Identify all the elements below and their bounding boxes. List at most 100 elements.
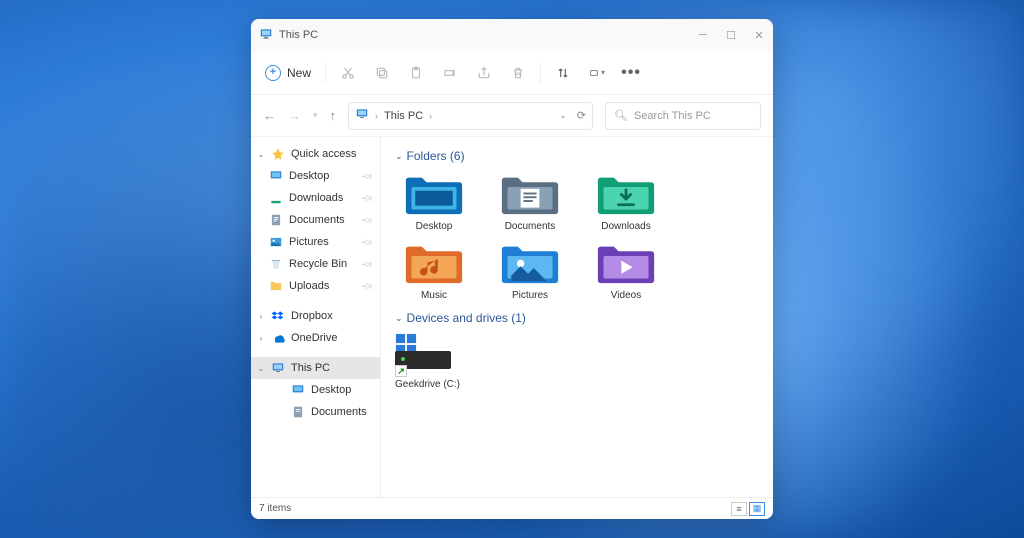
section-label: Devices and drives (1) bbox=[407, 311, 526, 325]
pin-icon: 📌︎ bbox=[360, 257, 374, 271]
sidebar-item-this-pc[interactable]: ⌄ This PC bbox=[251, 357, 380, 379]
folder-label: Music bbox=[421, 290, 447, 301]
up-button[interactable]: ↑ bbox=[330, 108, 337, 123]
address-bar[interactable]: › This PC › ⌄ ⟳ bbox=[348, 102, 593, 130]
this-pc-icon bbox=[355, 107, 369, 124]
new-label: New bbox=[287, 66, 311, 80]
drive-icon: ↗ bbox=[395, 333, 453, 377]
sidebar-item-onedrive[interactable]: › OneDrive bbox=[251, 327, 380, 349]
rename-icon[interactable] bbox=[442, 65, 458, 81]
folder-music[interactable]: Music bbox=[395, 240, 473, 301]
sidebar-item-label: OneDrive bbox=[291, 332, 337, 344]
toolbar-divider bbox=[540, 63, 541, 83]
sidebar-item-pictures[interactable]: Pictures 📌︎ bbox=[251, 231, 380, 253]
titlebar: This PC ─ ☐ ✕ bbox=[251, 19, 773, 51]
documents-icon bbox=[269, 213, 283, 227]
folder-label: Documents bbox=[505, 221, 556, 232]
videos-folder-icon bbox=[596, 240, 656, 286]
copy-icon[interactable] bbox=[374, 65, 390, 81]
folder-label: Desktop bbox=[416, 221, 453, 232]
search-placeholder: Search This PC bbox=[634, 110, 711, 122]
folder-videos[interactable]: Videos bbox=[587, 240, 665, 301]
sidebar-item-label: Documents bbox=[289, 214, 345, 226]
onedrive-icon bbox=[271, 331, 285, 345]
view-icon[interactable]: ▾ bbox=[589, 65, 605, 81]
downloads-icon bbox=[269, 191, 283, 205]
sidebar-item-label: Documents bbox=[311, 406, 367, 418]
folders-section-header[interactable]: ⌄ Folders (6) bbox=[395, 149, 759, 163]
this-pc-icon bbox=[271, 361, 285, 375]
folders-grid: Desktop Documents Downloads bbox=[395, 171, 759, 301]
search-input[interactable]: 🔍︎ Search This PC bbox=[605, 102, 761, 130]
minimize-button[interactable]: ─ bbox=[697, 29, 709, 42]
paste-icon[interactable] bbox=[408, 65, 424, 81]
sidebar-item-documents[interactable]: Documents 📌︎ bbox=[251, 209, 380, 231]
this-pc-icon bbox=[259, 27, 279, 44]
folder-pictures[interactable]: Pictures bbox=[491, 240, 569, 301]
new-button[interactable]: + New bbox=[265, 65, 311, 81]
sort-icon[interactable] bbox=[555, 65, 571, 81]
chevron-down-icon: ⌄ bbox=[395, 151, 403, 162]
sidebar-item-desktop[interactable]: › Desktop bbox=[251, 379, 380, 401]
address-text: This PC bbox=[384, 110, 423, 122]
folder-documents[interactable]: Documents bbox=[491, 171, 569, 232]
cut-icon[interactable] bbox=[340, 65, 356, 81]
more-icon[interactable]: ••• bbox=[623, 65, 639, 81]
pin-icon: 📌︎ bbox=[360, 169, 374, 183]
chevron-down-icon: ⌄ bbox=[395, 313, 403, 324]
details-view-toggle[interactable]: ≡ bbox=[731, 502, 747, 516]
statusbar: 7 items ≡ ▦ bbox=[251, 497, 773, 519]
folder-downloads[interactable]: Downloads bbox=[587, 171, 665, 232]
sidebar: ⌄ Quick access Desktop 📌︎ Downloads 📌︎ D… bbox=[251, 137, 381, 497]
section-label: Folders (6) bbox=[407, 149, 465, 163]
sidebar-item-label: Recycle Bin bbox=[289, 258, 347, 270]
sidebar-item-label: Uploads bbox=[289, 280, 329, 292]
content-pane: ⌄ Folders (6) Desktop Documents bbox=[381, 137, 773, 497]
sidebar-item-uploads[interactable]: Uploads 📌︎ bbox=[251, 275, 380, 297]
recycle-bin-icon bbox=[269, 257, 283, 271]
pin-icon: 📌︎ bbox=[360, 191, 374, 205]
sidebar-quick-access[interactable]: ⌄ Quick access bbox=[251, 143, 380, 165]
desktop-icon bbox=[269, 169, 283, 183]
sidebar-item-downloads[interactable]: Downloads 📌︎ bbox=[251, 187, 380, 209]
sidebar-item-documents[interactable]: › Documents bbox=[251, 401, 380, 423]
close-button[interactable]: ✕ bbox=[753, 29, 765, 42]
toolbar-divider bbox=[325, 63, 326, 83]
downloads-folder-icon bbox=[596, 171, 656, 217]
toolbar: + New ▾ ••• bbox=[251, 51, 773, 95]
drives-section-header[interactable]: ⌄ Devices and drives (1) bbox=[395, 311, 759, 325]
sidebar-item-label: Dropbox bbox=[291, 310, 333, 322]
refresh-icon[interactable]: ⟳ bbox=[577, 109, 586, 122]
icons-view-toggle[interactable]: ▦ bbox=[749, 502, 765, 516]
share-icon[interactable] bbox=[476, 65, 492, 81]
delete-icon[interactable] bbox=[510, 65, 526, 81]
back-button[interactable]: ← bbox=[263, 108, 276, 123]
folder-desktop[interactable]: Desktop bbox=[395, 171, 473, 232]
sidebar-item-label: Downloads bbox=[289, 192, 343, 204]
chevron-right-icon: › bbox=[429, 111, 432, 121]
chevron-right-icon: › bbox=[375, 111, 378, 121]
documents-icon bbox=[291, 405, 305, 419]
pin-icon: 📌︎ bbox=[360, 279, 374, 293]
sidebar-item-desktop[interactable]: Desktop 📌︎ bbox=[251, 165, 380, 187]
pin-icon: 📌︎ bbox=[360, 213, 374, 227]
star-icon bbox=[271, 147, 285, 161]
sidebar-item-label: Pictures bbox=[289, 236, 329, 248]
navbar: ← → ▾ ↑ › This PC › ⌄ ⟳ 🔍︎ Search This P… bbox=[251, 95, 773, 137]
body: ⌄ Quick access Desktop 📌︎ Downloads 📌︎ D… bbox=[251, 137, 773, 497]
window-title: This PC bbox=[279, 29, 318, 41]
dropbox-icon bbox=[271, 309, 285, 323]
drive-c[interactable]: ↗ Geekdrive (C:) bbox=[395, 333, 473, 390]
folder-icon bbox=[269, 279, 283, 293]
folder-label: Downloads bbox=[601, 221, 650, 232]
drives-grid: ↗ Geekdrive (C:) bbox=[395, 333, 759, 390]
search-icon: 🔍︎ bbox=[614, 109, 628, 122]
recent-locations-button[interactable]: ▾ bbox=[313, 110, 318, 121]
sidebar-item-recycle-bin[interactable]: Recycle Bin 📌︎ bbox=[251, 253, 380, 275]
file-explorer-window: This PC ─ ☐ ✕ + New ▾ ••• ← → ▾ ↑ bbox=[251, 19, 773, 519]
dropdown-icon[interactable]: ⌄ bbox=[559, 110, 567, 121]
pin-icon: 📌︎ bbox=[360, 235, 374, 249]
forward-button[interactable]: → bbox=[288, 108, 301, 123]
sidebar-item-dropbox[interactable]: › Dropbox bbox=[251, 305, 380, 327]
maximize-button[interactable]: ☐ bbox=[725, 29, 737, 42]
